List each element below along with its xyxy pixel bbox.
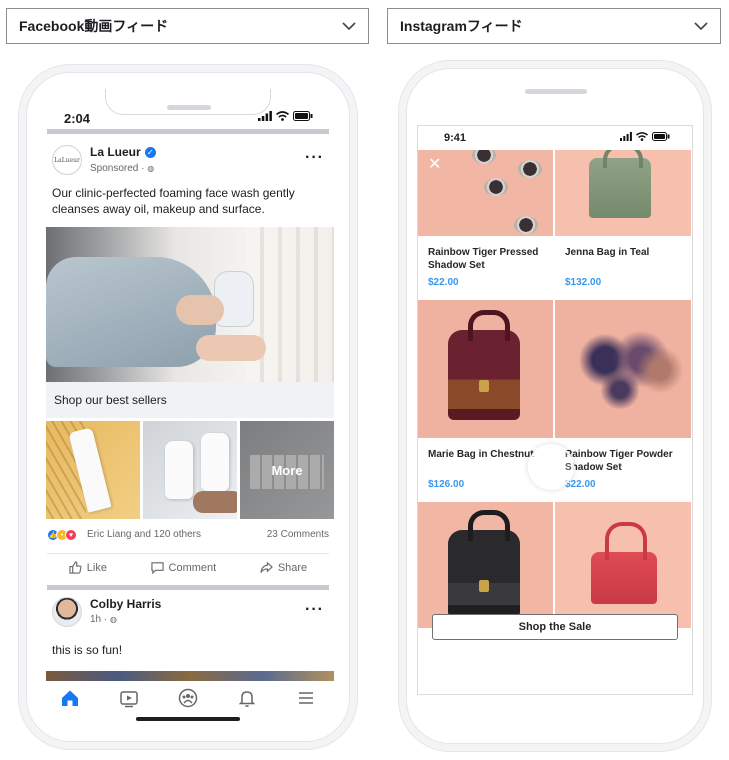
signal-icon [620, 132, 632, 141]
dropdown-label: Facebook動画フィード [19, 18, 169, 34]
status-time: 2:04 [64, 111, 91, 126]
feed-separator [47, 585, 329, 590]
shop-the-sale-button[interactable]: Shop the Sale [432, 614, 678, 640]
verified-badge-icon: ✓ [144, 146, 156, 158]
author-avatar[interactable] [52, 597, 82, 627]
chevron-down-icon [342, 21, 356, 30]
product-image[interactable] [418, 502, 553, 628]
menu-icon[interactable] [296, 688, 316, 708]
brand-name[interactable]: La Lueur ✓ [90, 145, 156, 159]
groups-icon[interactable] [178, 688, 198, 708]
facebook-screen: 2:04 LaLueur La Lueur ✓ Sponsored · ◍ ··… [41, 89, 335, 729]
home-indicator [136, 717, 240, 721]
like-label: Like [86, 561, 107, 574]
more-thumbnail[interactable]: More [240, 421, 334, 519]
battery-icon [293, 111, 313, 121]
wifi-icon [276, 111, 289, 121]
share-label: Share [277, 561, 308, 574]
product-image[interactable]: ✕ [418, 150, 553, 236]
post-options-icon[interactable]: ··· [305, 601, 324, 619]
notifications-icon[interactable] [237, 688, 257, 708]
brand-avatar[interactable]: LaLueur [52, 145, 82, 175]
bottom-tab-bar [41, 683, 335, 713]
product-price: $126.00 [428, 479, 465, 490]
product-price: $22.00 [428, 277, 459, 288]
share-button[interactable]: Share [260, 561, 307, 574]
hero-image[interactable] [46, 227, 334, 382]
author-name[interactable]: Colby Harris [90, 597, 161, 611]
battery-icon [652, 132, 670, 141]
product-image[interactable] [418, 300, 553, 438]
product-thumbnail[interactable] [143, 421, 237, 519]
status-time: 9:41 [444, 132, 467, 144]
product-name[interactable]: Jenna Bag in Teal [565, 246, 685, 259]
phone-speaker [167, 105, 211, 110]
post-meta: 1h · ◍ [90, 614, 117, 625]
post-body: Our clinic-perfected foaming face wash g… [52, 186, 295, 216]
phone-speaker [525, 89, 587, 94]
chevron-down-icon [694, 21, 708, 30]
post-body: this is so fun! [52, 643, 123, 657]
status-icons [258, 111, 313, 121]
facebook-placement-dropdown[interactable]: Facebook動画フィード [6, 8, 369, 44]
facebook-phone-preview: 2:04 LaLueur La Lueur ✓ Sponsored · ◍ ··… [26, 72, 350, 742]
shop-best-sellers-link[interactable]: Shop our best sellers [46, 382, 334, 418]
comment-button[interactable]: Comment [150, 561, 217, 574]
close-icon[interactable]: ✕ [428, 154, 441, 174]
product-thumbnails: More [46, 421, 334, 519]
product-price: $132.00 [565, 277, 602, 288]
comment-label: Comment [168, 561, 217, 574]
product-name[interactable]: Rainbow Tiger Powder Shadow Set [565, 448, 685, 474]
globe-icon: ◍ [110, 615, 117, 624]
tap-indicator [528, 444, 574, 490]
instagram-phone-preview: 9:41 ✕ Rainbow Tiger Pressed Shadow Set … [406, 68, 704, 744]
status-icons [620, 132, 670, 141]
product-thumbnail[interactable] [46, 421, 140, 519]
globe-icon: ◍ [147, 164, 155, 173]
product-image[interactable] [555, 150, 691, 236]
post-header: LaLueur La Lueur ✓ Sponsored · ◍ ··· [52, 145, 324, 181]
post-image[interactable] [46, 671, 334, 681]
phone-notch [105, 89, 271, 115]
love-reaction-icon: ♥ [65, 529, 77, 541]
thumbs-up-icon [69, 561, 82, 574]
reaction-icons: 👍 • ♥ [47, 529, 77, 541]
reactions-summary[interactable]: 👍 • ♥ Eric Liang and 120 others 23 Comme… [47, 529, 329, 543]
home-icon[interactable] [60, 688, 80, 708]
reactions-text: Eric Liang and 120 others [87, 529, 201, 540]
dropdown-label: Instagramフィード [400, 18, 523, 34]
brand-name-text: La Lueur [90, 145, 141, 159]
feed-separator [47, 129, 329, 134]
product-image[interactable] [555, 502, 691, 628]
share-icon [260, 561, 273, 573]
comment-icon [150, 562, 164, 574]
post-options-icon[interactable]: ··· [305, 149, 324, 167]
product-name[interactable]: Rainbow Tiger Pressed Shadow Set [428, 246, 548, 272]
more-overlay-label: More [240, 421, 334, 519]
like-button[interactable]: Like [69, 561, 107, 574]
post-actions: Like Comment Share [47, 553, 329, 581]
sponsored-text: Sponsored · [90, 163, 148, 174]
instagram-placement-dropdown[interactable]: Instagramフィード [387, 8, 721, 44]
instagram-screen: 9:41 ✕ Rainbow Tiger Pressed Shadow Set … [417, 125, 693, 695]
post-meta-text: 1h · [90, 614, 111, 625]
watch-icon[interactable] [119, 688, 139, 708]
sponsored-label: Sponsored · ◍ [90, 163, 154, 174]
comments-count[interactable]: 23 Comments [267, 529, 329, 540]
wifi-icon [636, 132, 648, 141]
signal-icon [258, 111, 272, 121]
product-image[interactable] [555, 300, 691, 438]
product-price: $22.00 [565, 479, 596, 490]
